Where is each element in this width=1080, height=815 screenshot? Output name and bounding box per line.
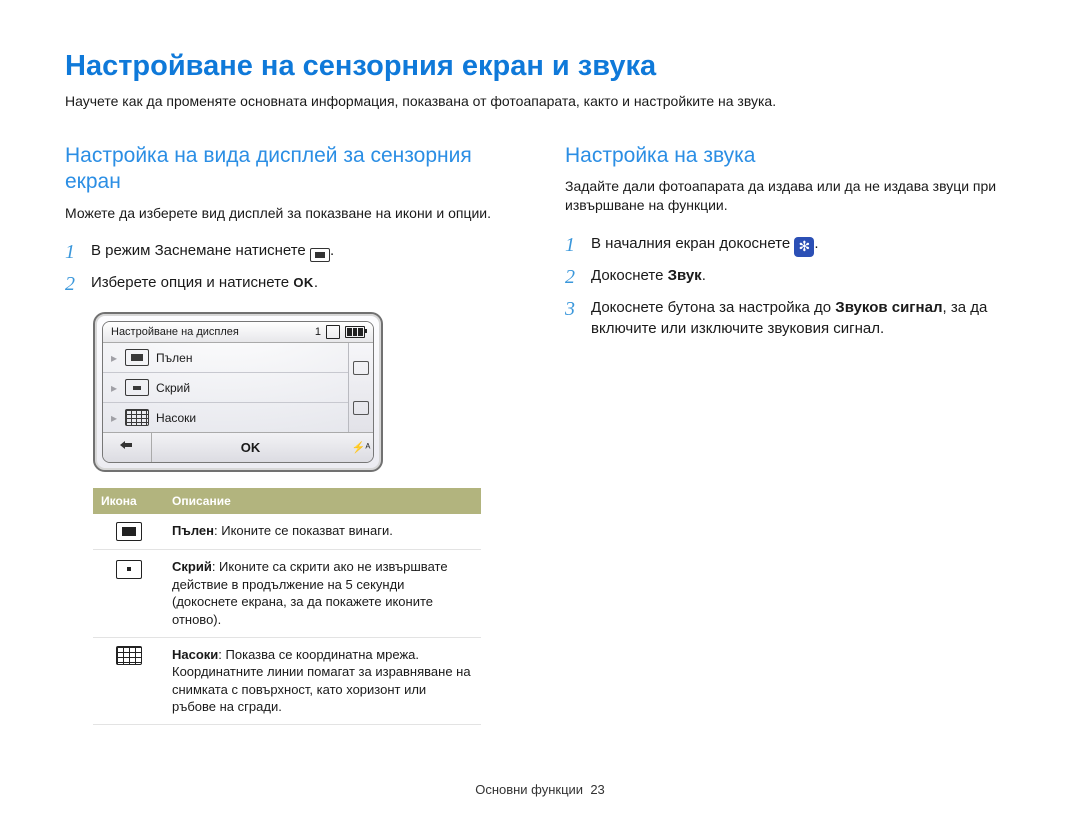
flash-auto-icon: ⚡ᴬ: [349, 436, 373, 459]
settings-gear-icon: ✻: [794, 237, 814, 257]
step-text: В режим Заснемане натиснете .: [91, 238, 334, 266]
step-number: 1: [65, 238, 83, 266]
battery-icon: [345, 326, 365, 338]
lcd-titlebar: Настройване на дисплея 1: [103, 322, 373, 343]
step-number: 1: [565, 231, 583, 259]
step-text: В началния екран докоснете ✻.: [591, 231, 819, 259]
full-display-icon: [116, 522, 142, 541]
section-heading-display: Настройка на вида дисплей за сензорния е…: [65, 143, 515, 196]
intro-text: Научете как да променяте основната инфор…: [65, 93, 1015, 109]
step-2: 2 Изберете опция и натиснете OK.: [65, 270, 515, 298]
step-1: 1 В началния екран докоснете ✻.: [565, 231, 1015, 259]
right-column: Настройка на звука Задайте дали фотоапар…: [565, 143, 1015, 725]
page-title: Настройване на сензорния екран и звука: [65, 50, 1015, 83]
face-icon: [353, 361, 369, 375]
display-mode-icon: [310, 246, 330, 264]
step-number: 2: [565, 263, 583, 291]
hide-display-icon: [125, 379, 149, 396]
page: Настройване на сензорния екран и звука Н…: [0, 0, 1080, 815]
section-desc-display: Можете да изберете вид дисплей за показв…: [65, 204, 515, 223]
back-arrow-icon: [116, 438, 138, 452]
lcd-option-full[interactable]: ▸ Пълен: [103, 343, 348, 373]
table-header-icon: Икона: [93, 488, 164, 514]
step-text: Докоснете бутона за настройка до Звуков …: [591, 295, 1015, 339]
full-display-icon: [125, 349, 149, 366]
table-header-desc: Описание: [164, 488, 481, 514]
section-heading-sound: Настройка на звука: [565, 143, 1015, 169]
step-text: Докоснете Звук.: [591, 263, 706, 291]
footer-label: Основни функции: [475, 782, 583, 797]
step-1: 1 В режим Заснемане натиснете .: [65, 238, 515, 266]
chevron-right-icon: ▸: [111, 381, 117, 395]
back-button[interactable]: [103, 433, 152, 462]
table-row: Пълен: Иконите се показват винаги.: [93, 514, 481, 550]
lcd-counter: 1: [315, 326, 321, 338]
lcd-options: ▸ Пълен ▸ Скрий ▸: [103, 343, 348, 432]
lcd-actions: OK ⚡ᴬ: [103, 432, 373, 462]
lcd-option-grid[interactable]: ▸ Насоки: [103, 403, 348, 432]
section-desc-sound: Задайте дали фотоапарата да издава или д…: [565, 177, 1015, 215]
lcd-option-hide[interactable]: ▸ Скрий: [103, 373, 348, 403]
lcd-title: Настройване на дисплея: [111, 326, 239, 338]
grid-display-icon: [116, 646, 142, 665]
table-row: Насоки: Показва се координатна мрежа. Ко…: [93, 637, 481, 724]
page-footer: Основни функции 23: [0, 782, 1080, 797]
stabilizer-icon: [353, 401, 369, 415]
grid-display-icon: [125, 409, 149, 426]
sd-card-icon: [326, 325, 340, 339]
page-number: 23: [590, 782, 604, 797]
left-column: Настройка на вида дисплей за сензорния е…: [65, 143, 515, 725]
chevron-right-icon: ▸: [111, 411, 117, 425]
step-3: 3 Докоснете бутона за настройка до Звуко…: [565, 295, 1015, 339]
ok-icon: OK: [293, 275, 314, 290]
ok-button[interactable]: OK: [152, 435, 349, 460]
icon-description-table: Икона Описание Пълен: Иконите се показва…: [93, 488, 481, 724]
chevron-right-icon: ▸: [111, 351, 117, 365]
columns: Настройка на вида дисплей за сензорния е…: [65, 143, 1015, 725]
hide-display-icon: [116, 560, 142, 579]
steps-display: 1 В режим Заснемане натиснете . 2 Избере…: [65, 238, 515, 298]
step-2: 2 Докоснете Звук.: [565, 263, 1015, 291]
step-number: 2: [65, 270, 83, 298]
step-text: Изберете опция и натиснете OK.: [91, 270, 318, 298]
table-row: Скрий: Иконите са скрити ако не извършва…: [93, 550, 481, 637]
camera-lcd-mock: Настройване на дисплея 1 ▸ Пъле: [93, 312, 383, 472]
step-number: 3: [565, 295, 583, 339]
lcd-sidebar: [348, 343, 373, 432]
steps-sound: 1 В началния екран докоснете ✻. 2 Докосн…: [565, 231, 1015, 339]
